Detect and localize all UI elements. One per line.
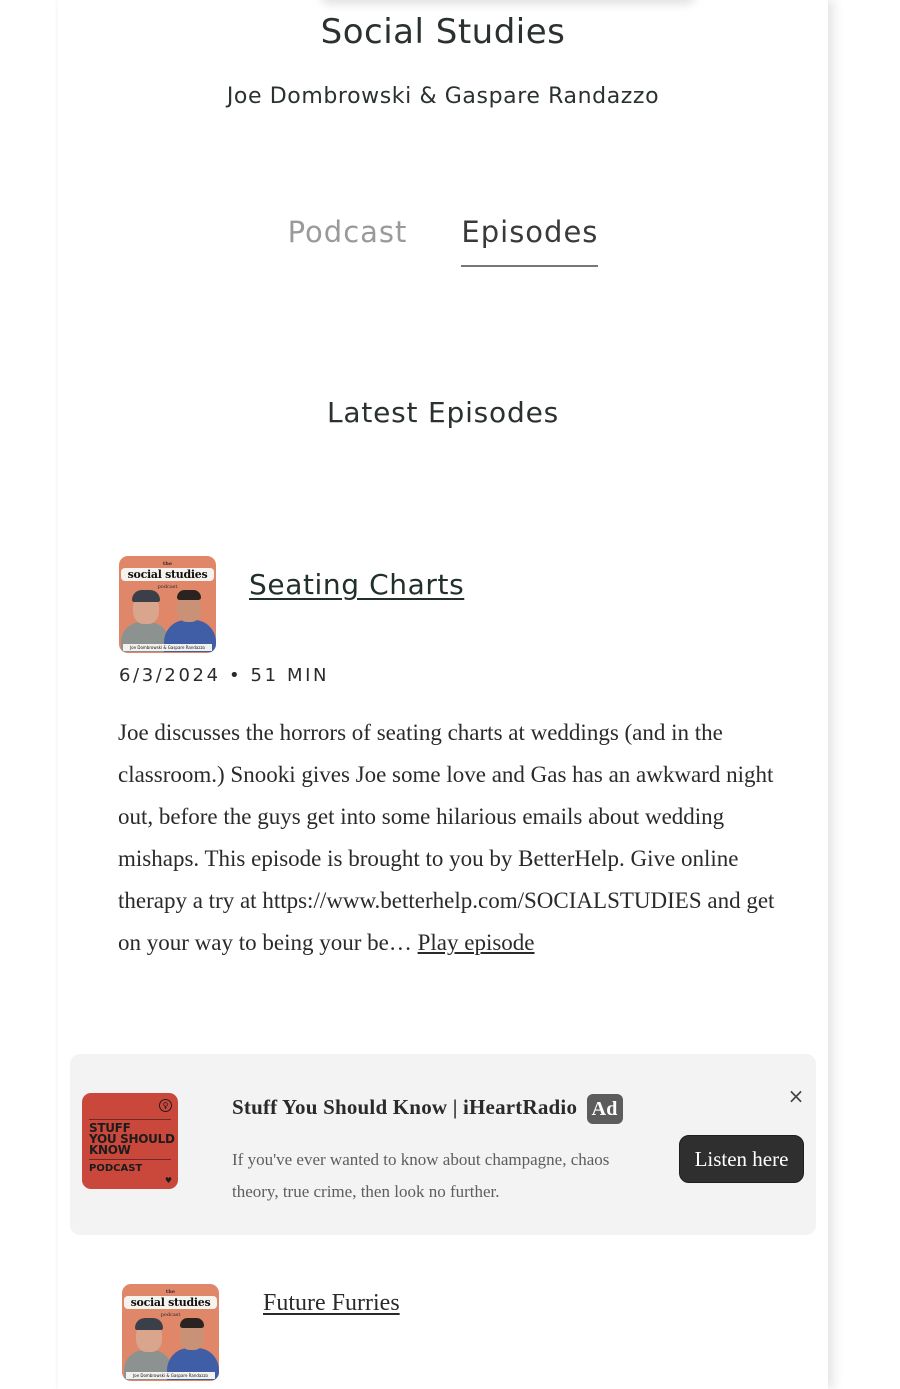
episode-date: 6/3/2024 (119, 665, 221, 686)
episode-title-link[interactable]: Seating Charts (249, 568, 464, 601)
cover-divider (89, 1159, 171, 1160)
ad-description: If you've ever wanted to know about cham… (232, 1150, 610, 1201)
close-icon[interactable]: × (786, 1086, 806, 1106)
cover-brand-text: social studies (121, 568, 214, 581)
episode-cover-art[interactable]: the social studies podcast Joe Dombrowsk… (119, 556, 216, 653)
sysk-logo-icon: ♀ (159, 1099, 172, 1112)
meta-separator: • (228, 665, 243, 686)
tab-episodes[interactable]: Episodes (461, 215, 599, 267)
episode-cover-art[interactable]: the social studies podcast Joe Dombrowsk… (122, 1284, 219, 1381)
cover-podcast-text: podcast (160, 1312, 181, 1318)
play-episode-link[interactable]: Play episode (418, 930, 535, 955)
host-figure (177, 590, 201, 600)
host-figure (135, 1318, 163, 1330)
ad-cover-art[interactable]: ♀ STUFF YOU SHOULD KNOW PODCAST ♥ (82, 1093, 178, 1189)
host-figure (180, 1318, 204, 1328)
episode-description-text: Joe discusses the horrors of seating cha… (118, 720, 775, 955)
ad-title-text: Stuff You Should Know | iHeartRadio (232, 1094, 578, 1119)
tab-podcast[interactable]: Podcast (288, 215, 408, 267)
cover-divider (89, 1119, 171, 1120)
cover-podcast-text: podcast (157, 584, 178, 590)
ad-cover-podcast: PODCAST (89, 1163, 143, 1174)
ad-card: ♀ STUFF YOU SHOULD KNOW PODCAST ♥ Stuff … (70, 1054, 816, 1235)
cover-caption: Joe Dombrowski & Gaspare Randazzo (123, 644, 212, 651)
episode-description: Joe discusses the horrors of seating cha… (118, 712, 778, 964)
ad-badge: Ad (586, 1094, 623, 1124)
episode-duration: 51 MIN (250, 665, 330, 686)
episode-meta: 6/3/2024 • 51 MIN (119, 665, 329, 686)
iheart-icon: ♥ (164, 1176, 172, 1185)
show-title: Social Studies (320, 12, 566, 52)
listen-here-button[interactable]: Listen here (679, 1135, 804, 1183)
ad-cover-line: KNOW (89, 1143, 131, 1157)
cover-caption: Joe Dombrowski & Gaspare Randazzo (126, 1372, 215, 1379)
ad-title: Stuff You Should Know | iHeartRadio Ad (232, 1094, 623, 1124)
show-hosts: Joe Dombrowski & Gaspare Randazzo (226, 84, 660, 109)
episode-title-link[interactable]: Future Furries (263, 1290, 400, 1317)
latest-episodes-heading: Latest Episodes (327, 396, 559, 429)
tab-bar: Podcast Episodes (0, 215, 886, 267)
cover-the-text: the (162, 561, 173, 567)
host-figure (132, 590, 160, 602)
cover-the-text: the (165, 1289, 176, 1295)
cover-brand-text: social studies (124, 1296, 217, 1309)
